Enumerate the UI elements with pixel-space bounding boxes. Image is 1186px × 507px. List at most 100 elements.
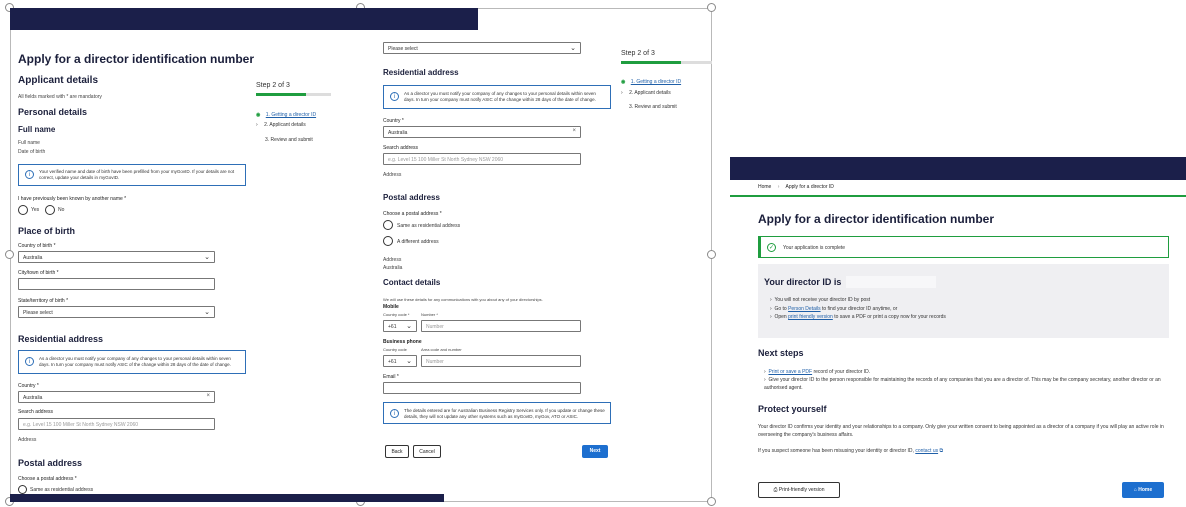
left-postal-heading: Postal address	[18, 458, 83, 468]
middle-contact-note: We will use these details for any commun…	[383, 297, 543, 302]
left-verified-notice-text: Your verified name and date of birth hav…	[39, 169, 235, 181]
director-id-bullet-3: › Open print friendly version to save a …	[770, 314, 946, 320]
middle-residential-notice: i As a director you must notify your com…	[383, 85, 611, 109]
bullet-1-text: You will not receive your director ID by…	[774, 297, 871, 303]
middle-choose-postal-label: Choose a postal address *	[383, 211, 442, 217]
chevron-down-icon: ⌄	[204, 254, 210, 261]
left-known-by-yes-radio[interactable]	[18, 205, 28, 215]
middle-email-input[interactable]	[383, 382, 581, 394]
left-known-by-no-radio[interactable]	[45, 205, 55, 215]
home-button-label: Home	[1138, 487, 1153, 493]
left-step-3: 3. Review and submit	[265, 137, 313, 143]
bullet-2-pre: Go to	[774, 305, 789, 312]
suspect-text-pre: If you suspect someone has been misusing…	[758, 448, 916, 454]
next-step-2-text: Give your director ID to the person resp…	[764, 377, 1161, 391]
right-header-bar	[730, 157, 1186, 180]
info-icon: i	[390, 92, 399, 101]
left-country-select[interactable]: Australia ×	[18, 391, 215, 403]
middle-mobile-cc-value: +61	[388, 324, 397, 330]
resize-handle-bottom-right[interactable]	[707, 497, 716, 506]
next-step-1: › Print or save a PDF record of your dir…	[764, 369, 871, 375]
left-dob-label: Date of birth	[18, 149, 46, 155]
middle-step-title: Step 2 of 3	[621, 50, 655, 57]
breadcrumb-home-link[interactable]: Home	[758, 184, 771, 190]
middle-residential-notice-text: As a director you must notify your compa…	[404, 91, 596, 103]
bullet-2-post: to find your director ID anytime, or	[820, 305, 898, 312]
middle-mobile-country-code[interactable]: +61 ⌄	[383, 320, 417, 332]
director-id-panel: Your director ID is › You will not recei…	[758, 264, 1169, 338]
home-button[interactable]: ⌂ Home	[1122, 482, 1164, 498]
middle-top-select[interactable]: Please select ⌄	[383, 42, 581, 54]
left-page-title: Apply for a director identification numb…	[18, 52, 255, 66]
left-country-of-birth-select[interactable]: Australia ⌄	[18, 251, 215, 263]
resize-handle-middle-right[interactable]	[707, 250, 716, 259]
resize-handle-top-right[interactable]	[707, 3, 716, 12]
left-search-placeholder: e.g. Level 15 100 Miller St North Sydney…	[23, 422, 139, 428]
check-circle-icon: ◉	[256, 112, 261, 118]
left-search-input[interactable]: e.g. Level 15 100 Miller St North Sydney…	[18, 418, 215, 430]
next-button[interactable]: Next	[582, 445, 608, 458]
print-save-pdf-link[interactable]: Print or save a PDF	[768, 369, 812, 375]
middle-top-select-value: Please select	[388, 46, 418, 52]
director-id-bullets: › You will not receive your director ID …	[770, 296, 946, 322]
middle-step-1-link[interactable]: 1. Getting a director ID	[631, 79, 681, 85]
protect-heading: Protect yourself	[758, 404, 827, 414]
middle-business-number[interactable]: Number	[421, 355, 581, 367]
check-circle-icon: ◉	[621, 79, 626, 85]
left-known-by-yes-label: Yes	[31, 207, 40, 213]
left-step-1-link[interactable]: 1. Getting a director ID	[266, 112, 316, 118]
middle-country-code-label-2: Country code	[383, 347, 407, 352]
left-city-label: City/town of birth *	[18, 270, 59, 276]
middle-area-code-label: Area code and number	[421, 347, 462, 352]
director-id-bullet-2: › Go to Person Details to find your dire…	[770, 305, 898, 312]
middle-country-select[interactable]: Australia ×	[383, 126, 581, 138]
check-circle-icon: ✓	[767, 243, 776, 252]
left-city-input[interactable]	[18, 278, 215, 290]
chevron-down-icon: ⌄	[204, 309, 210, 316]
left-step-2-label: 2. Applicant details	[264, 122, 306, 128]
left-step-2: › 2. Applicant details	[256, 122, 306, 128]
print-friendly-link[interactable]: print friendly version	[788, 314, 833, 320]
left-state-select[interactable]: Please select ⌄	[18, 306, 215, 318]
middle-address2-label: Address	[383, 257, 402, 263]
middle-business-number-placeholder: Number	[426, 359, 444, 365]
middle-bottom-notice-text: The details entered are for Australian B…	[404, 408, 605, 420]
person-details-link[interactable]: Person Details	[788, 306, 821, 312]
next-steps-heading: Next steps	[758, 348, 804, 358]
middle-different-address-radio[interactable]	[383, 236, 393, 246]
left-step-1[interactable]: ◉ 1. Getting a director ID	[256, 112, 316, 118]
middle-step-1[interactable]: ◉ 1. Getting a director ID	[621, 79, 681, 85]
middle-same-as-residential-radio[interactable]	[383, 220, 393, 230]
left-place-of-birth-heading: Place of birth	[18, 226, 76, 236]
next-step-2: › Give your director ID to the person re…	[764, 377, 1161, 391]
middle-step-3-label: 3. Review and submit	[629, 104, 677, 110]
contact-us-link[interactable]: contact us	[915, 448, 938, 454]
left-same-as-residential-radio[interactable]	[18, 485, 27, 494]
middle-mobile-number[interactable]: Number	[421, 320, 581, 332]
left-footer-bar	[10, 494, 444, 502]
middle-address-label: Address	[383, 172, 402, 178]
middle-business-phone-label: Business phone	[383, 339, 422, 345]
middle-country-code-label: Country code *	[383, 312, 410, 317]
left-step-title: Step 2 of 3	[256, 82, 290, 89]
left-country-value: Australia	[23, 395, 43, 401]
resize-handle-middle-left[interactable]	[5, 250, 14, 259]
middle-business-country-code[interactable]: +61 ⌄	[383, 355, 417, 367]
print-friendly-button[interactable]: ⎙ Print-friendly version	[758, 482, 840, 498]
cancel-button[interactable]: Cancel	[413, 445, 441, 458]
info-icon: i	[25, 357, 34, 366]
back-button[interactable]: Back	[385, 445, 409, 458]
bullet-3-pre: Open	[774, 314, 789, 320]
middle-search-input[interactable]: e.g. Level 15 100 Miller St North Sydney…	[383, 153, 581, 165]
director-id-redacted	[846, 276, 936, 288]
next-steps-list: › Print or save a PDF record of your dir…	[764, 368, 1174, 392]
director-id-heading: Your director ID is	[764, 277, 842, 287]
clear-icon[interactable]: ×	[572, 128, 576, 134]
left-state-value: Please select	[23, 310, 53, 316]
left-choose-postal-label: Choose a postal address *	[18, 476, 77, 482]
middle-mobile-number-placeholder: Number	[426, 324, 444, 330]
middle-contact-heading: Contact details	[383, 278, 441, 287]
left-search-label: Search address	[18, 409, 54, 415]
middle-step-3: 3. Review and submit	[629, 104, 677, 110]
clear-icon[interactable]: ×	[206, 393, 210, 399]
